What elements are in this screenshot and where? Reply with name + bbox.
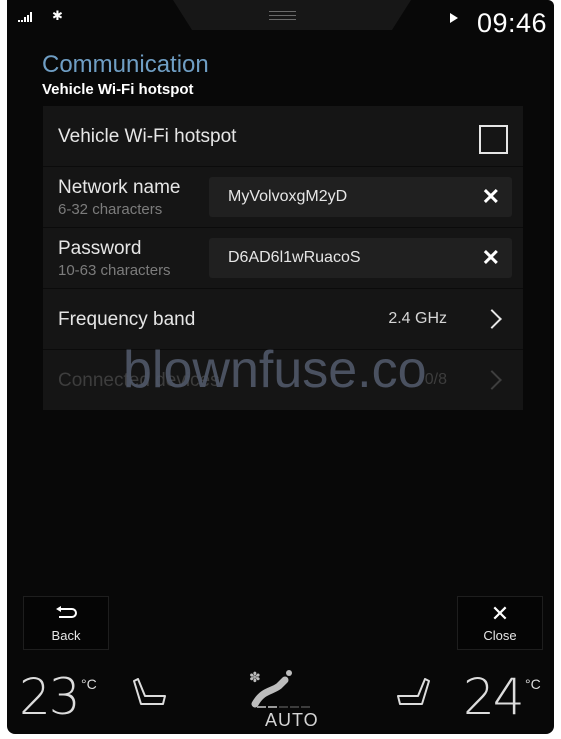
infotainment-screen: ✱ 09:46 Communication Vehicle Wi-Fi hots… [7, 0, 554, 734]
network-name-field[interactable]: MyVolvoxgM2yD ✕ [209, 177, 512, 217]
driver-temperature[interactable]: 23 [19, 668, 81, 726]
signal-bars-icon [18, 12, 32, 22]
hotspot-label: Vehicle Wi-Fi hotspot [58, 126, 237, 147]
network-name-row: Network name 6-32 characters MyVolvoxgM2… [43, 167, 523, 228]
clear-network-name-icon[interactable]: ✕ [482, 184, 500, 210]
passenger-temperature[interactable]: 24 [463, 668, 525, 726]
back-label: Back [51, 628, 81, 643]
password-value: D6AD6l1wRuacoS [228, 249, 361, 266]
network-name-hint: 6-32 characters [58, 201, 163, 218]
back-button[interactable]: Back [23, 596, 109, 650]
close-button[interactable]: ✕ Close [457, 596, 543, 650]
play-icon [450, 13, 458, 23]
connected-devices-value: 0/8 [424, 371, 447, 388]
fan-seat-airflow-icon[interactable]: ✽ [247, 668, 297, 708]
hotspot-checkbox[interactable] [479, 125, 508, 154]
bluetooth-icon: ✱ [52, 8, 63, 23]
driver-seat-heat-icon[interactable] [131, 678, 171, 712]
settings-panel: Vehicle Wi-Fi hotspot Network name 6-32 … [43, 106, 523, 410]
connected-devices-label: Connected devices [58, 370, 220, 391]
network-name-value: MyVolvoxgM2yD [228, 188, 348, 205]
chevron-right-icon [482, 309, 502, 329]
clock: 09:46 [477, 8, 548, 38]
frequency-band-label: Frequency band [58, 309, 196, 330]
passenger-seat-heat-icon[interactable] [392, 678, 432, 712]
password-row: Password 10-63 characters D6AD6l1wRuacoS… [43, 228, 523, 289]
close-label: Close [483, 628, 517, 643]
passenger-temp-unit: °C [525, 676, 541, 692]
back-arrow-icon [24, 601, 108, 627]
hotspot-toggle-row[interactable]: Vehicle Wi-Fi hotspot [43, 106, 523, 167]
connected-devices-row: Connected devices 0/8 [43, 350, 523, 410]
fan-level-indicator [257, 706, 310, 708]
frequency-band-row[interactable]: Frequency band 2.4 GHz [43, 289, 523, 350]
network-name-label: Network name [58, 177, 181, 198]
page-subtitle: Vehicle Wi-Fi hotspot [42, 81, 194, 98]
password-field[interactable]: D6AD6l1wRuacoS ✕ [209, 238, 512, 278]
clear-password-icon[interactable]: ✕ [482, 245, 500, 271]
chevron-right-icon [482, 370, 502, 390]
close-icon: ✕ [490, 601, 510, 626]
password-label: Password [58, 238, 142, 259]
menu-handle-icon[interactable] [269, 11, 296, 21]
climate-auto-label[interactable]: AUTO [265, 710, 319, 731]
password-hint: 10-63 characters [58, 262, 171, 279]
frequency-band-value: 2.4 GHz [388, 310, 447, 327]
svg-text:✽: ✽ [249, 669, 261, 685]
driver-temp-unit: °C [81, 676, 97, 692]
page-title: Communication [42, 51, 209, 78]
